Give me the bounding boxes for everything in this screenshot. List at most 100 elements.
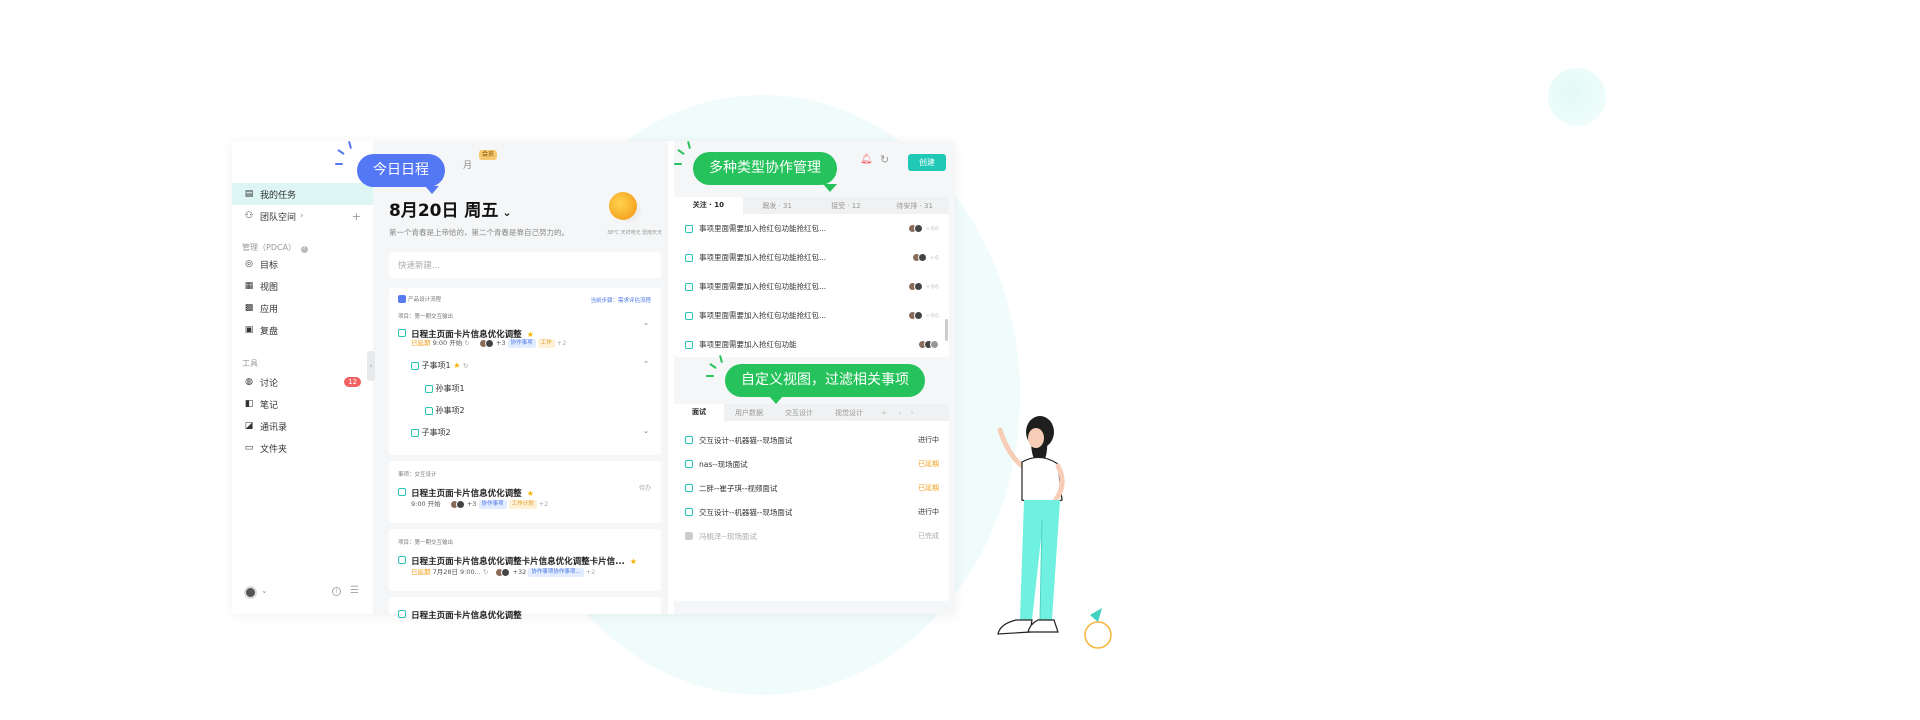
- avatar[interactable]: [244, 586, 257, 599]
- tab-interview[interactable]: 面试: [674, 404, 724, 421]
- star-icon[interactable]: ★: [630, 557, 637, 566]
- assignee-avatars: [478, 338, 494, 348]
- star-icon[interactable]: ★: [527, 489, 534, 498]
- help-icon[interactable]: ?: [300, 246, 308, 253]
- menu-icon[interactable]: ☰: [350, 585, 359, 596]
- list-item[interactable]: 冯桃泽--现场面试 已完成: [674, 524, 949, 548]
- list-item[interactable]: 交互设计--机器猫--现场面试 进行中: [674, 428, 949, 452]
- start-time: 9:00 开始: [432, 339, 463, 347]
- task-title: 日程主页面卡片信息优化调整: [411, 611, 522, 621]
- subtask-checkbox[interactable]: [411, 361, 419, 370]
- sidebar-item-apps[interactable]: ▩ 应用: [232, 297, 373, 319]
- list-item[interactable]: nas--现场面试 已延期: [674, 452, 949, 476]
- item-checkbox[interactable]: [685, 508, 693, 516]
- spark-icon: [674, 163, 682, 165]
- sidebar-item-view[interactable]: ▦ 视图: [232, 275, 373, 297]
- item-checkbox[interactable]: [685, 253, 693, 262]
- chevron-right-icon: ›: [300, 211, 304, 221]
- sidebar-item-notes[interactable]: ◧ 笔记: [232, 393, 373, 415]
- item-checkbox[interactable]: [685, 460, 693, 468]
- task-checkbox[interactable]: [398, 328, 406, 337]
- background-dot: [1548, 68, 1606, 126]
- tab-follow[interactable]: 关注 · 10: [674, 197, 743, 214]
- sidebar-item-review[interactable]: ▣ 复盘: [232, 319, 373, 341]
- daily-motto: 第一个青春是上帝给的，第二个青春是靠自己努力的。: [389, 228, 569, 237]
- refresh-icon[interactable]: ↻: [880, 153, 889, 166]
- item-checkbox-checked[interactable]: [685, 532, 693, 540]
- list-item[interactable]: 事项里面需要加入抢红包功能抢红包... +86: [674, 301, 949, 330]
- page-title[interactable]: 8月20日 周五 ⌄: [389, 196, 512, 221]
- grand-task-2[interactable]: 孙事项2: [425, 405, 465, 416]
- weather-sun-icon: [609, 192, 637, 220]
- item-checkbox[interactable]: [685, 224, 693, 233]
- sidebar-item-my-tasks[interactable]: ▤ 我的任务: [232, 183, 373, 205]
- collapse-sidebar-handle[interactable]: ‹: [367, 351, 375, 381]
- add-team-icon[interactable]: +: [352, 210, 361, 223]
- tag[interactable]: 工作: [537, 338, 555, 348]
- item-checkbox[interactable]: [685, 282, 693, 291]
- subtask-checkbox[interactable]: [411, 428, 419, 437]
- unread-badge: 12: [344, 377, 361, 387]
- list-item[interactable]: 事项里面需要加入抢红包功能: [674, 330, 949, 359]
- quick-create-input[interactable]: 快速新建...: [389, 252, 661, 278]
- target-icon: ◎: [245, 259, 253, 269]
- prev-arrow-icon[interactable]: ‹: [894, 409, 906, 417]
- manage-section-header: 管理（PDCA） ?: [242, 242, 308, 253]
- item-checkbox[interactable]: [685, 484, 693, 492]
- apps-icon: ▩: [244, 303, 254, 313]
- collapse-chevron-icon[interactable]: ⌃: [643, 322, 649, 330]
- sub-task-1[interactable]: 子事项1 ★ ↻: [411, 360, 469, 371]
- sidebar-item-folder[interactable]: ▭ 文件夹: [232, 437, 373, 459]
- item-checkbox[interactable]: [685, 436, 693, 444]
- task-card[interactable]: 项目：第一期交互输出 日程主页面卡片信息优化调整卡片信息优化调整卡片信... ★…: [389, 529, 661, 591]
- task-checkbox[interactable]: [398, 487, 406, 496]
- tab-pending[interactable]: 待安排 · 31: [880, 201, 949, 211]
- star-icon[interactable]: ★: [453, 361, 460, 370]
- item-checkbox[interactable]: [685, 311, 693, 320]
- grand-task-1[interactable]: 孙事项1: [425, 383, 465, 394]
- list-item[interactable]: 事项里面需要加入抢红包功能抢红包... +6: [674, 243, 949, 272]
- item-checkbox[interactable]: [685, 340, 693, 349]
- sidebar-item-discussion[interactable]: ◍ 讨论 12: [232, 371, 373, 393]
- tab-interaction-design[interactable]: 交互设计: [774, 408, 824, 418]
- tab-user-data[interactable]: 用户数据: [724, 408, 774, 418]
- add-view-icon[interactable]: +: [874, 409, 894, 417]
- create-button[interactable]: 创建: [908, 154, 946, 171]
- grandtask-checkbox[interactable]: [425, 384, 433, 393]
- grandtask-checkbox[interactable]: [425, 406, 433, 415]
- tab-visual-design[interactable]: 视觉设计: [824, 408, 874, 418]
- info-icon[interactable]: !: [332, 587, 341, 596]
- status-badge: 进行中: [918, 508, 939, 516]
- next-arrow-icon[interactable]: ›: [906, 409, 918, 417]
- list-item[interactable]: 事项里面需要加入抢红包功能抢红包... +86: [674, 272, 949, 301]
- tab-received[interactable]: 接受 · 12: [812, 201, 881, 211]
- scrollbar[interactable]: [945, 319, 948, 341]
- expand-chevron-icon[interactable]: ⌄: [643, 427, 649, 435]
- tab-sent[interactable]: 跟发 · 31: [743, 201, 812, 211]
- chevron-down-icon[interactable]: ⌄: [261, 586, 268, 595]
- collab-tabs: 关注 · 10 跟发 · 31 接受 · 12 待安排 · 31: [674, 197, 949, 214]
- bell-icon[interactable]: 🔔︎: [860, 154, 873, 165]
- tag[interactable]: 协作事项协作事项...: [528, 567, 584, 577]
- list-item[interactable]: 交互设计--机器猫--现场面试 进行中: [674, 500, 949, 524]
- list-item[interactable]: 二胖--崔子琪--视频面试 已延期: [674, 476, 949, 500]
- chevron-down-icon: ⌄: [502, 206, 512, 219]
- tag[interactable]: 工作计划: [508, 499, 537, 509]
- task-meta-row: 9:00 开始 +3 协作事项 工作计划 +2: [411, 498, 548, 509]
- task-checkbox[interactable]: [398, 555, 406, 564]
- task-checkbox[interactable]: [398, 609, 406, 618]
- list-item[interactable]: 事项里面需要加入抢红包功能抢红包... +86: [674, 214, 949, 243]
- sidebar-item-goal[interactable]: ◎ 目标: [232, 253, 373, 275]
- task-card[interactable]: 事项：交互设计 日程主页面卡片信息优化调整 ★ 待办 9:00 开始 +3 协作…: [389, 461, 661, 523]
- flow-current-step-link[interactable]: 当前步骤：需求评估流程: [590, 296, 651, 304]
- status-badge: 已延期: [918, 484, 939, 492]
- tab-month[interactable]: 月: [463, 158, 472, 171]
- sidebar-item-team-space[interactable]: ⚇ 团队空间 › +: [232, 205, 373, 227]
- sub-task-2[interactable]: 子事项2: [411, 427, 451, 438]
- collapse-chevron-icon[interactable]: ⌃: [643, 360, 649, 368]
- tag[interactable]: 协作事项: [507, 338, 536, 348]
- task-card[interactable]: 日程主页面卡片信息优化调整: [389, 597, 661, 621]
- sidebar-item-contacts[interactable]: ◪ 通讯录: [232, 415, 373, 437]
- task-card[interactable]: 产品设计流程 当前步骤：需求评估流程 项目：第一期交互输出 日程主页面卡片信息优…: [389, 288, 661, 455]
- tag[interactable]: 协作事项: [478, 499, 507, 509]
